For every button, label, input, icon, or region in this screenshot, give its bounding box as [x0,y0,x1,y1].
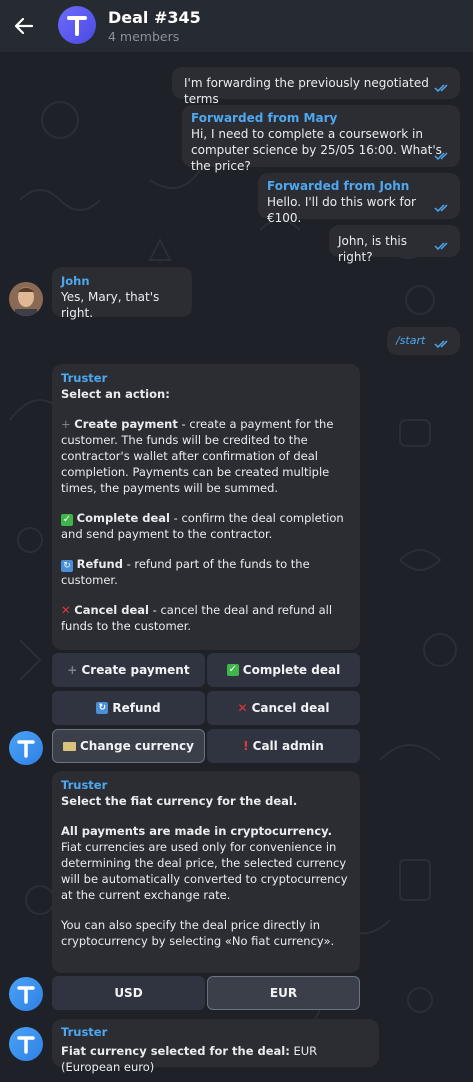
cross-mark-icon: ✕ [61,603,71,617]
read-checks-icon [434,339,452,349]
read-checks-icon [434,83,452,93]
read-checks-icon [434,203,452,213]
plus-icon: + [67,663,78,677]
cancel-deal-button[interactable]: ✕ Cancel deal [207,691,360,725]
message-text: Hi, I need to complete a coursework in c… [191,127,442,173]
sender-name[interactable]: Truster [61,1024,370,1040]
complete-deal-description: ✓ Complete deal - confirm the deal compl… [61,511,344,541]
bot-menu-message[interactable]: Truster Select an action: + Create payme… [52,364,360,650]
message-text: /start [396,334,426,347]
bot-avatar[interactable] [9,731,43,765]
check-mark-icon: ✓ [226,664,239,676]
refund-icon: ↻ [61,560,73,572]
forward-source[interactable]: Forwarded from Mary [191,110,448,126]
forwarded-message[interactable]: Forwarded from Mary Hi, I need to comple… [182,105,460,173]
outgoing-command[interactable]: /start [387,327,460,355]
sender-name[interactable]: John [61,273,183,289]
currency-title: Select the fiat currency for the deal. [61,794,298,808]
refund-description: ↻ Refund - refund part of the funds to t… [61,557,310,587]
usd-button[interactable]: USD [52,976,205,1010]
outgoing-message[interactable]: I'm forwarding the previously negotiated… [172,67,460,106]
read-checks-icon [434,151,452,161]
plus-icon: + [61,417,71,431]
message-text: Yes, Mary, that's right. [61,290,160,320]
incoming-message[interactable]: John Yes, Mary, that's right. [52,267,192,320]
refund-icon: ↻ [96,702,109,714]
chat-title[interactable]: Deal #345 [108,8,201,27]
members-count: 4 members [108,29,180,44]
read-checks-icon [434,241,452,251]
forward-source[interactable]: Forwarded from John [267,178,430,194]
create-payment-description: + Create payment - create a payment for … [61,417,334,495]
refund-button[interactable]: ↻ Refund [52,691,205,725]
create-payment-button[interactable]: + Create payment [52,653,205,687]
sender-name[interactable]: Truster [61,370,351,386]
chat-header: Deal #345 4 members [0,0,473,52]
menu-title: Select an action: [61,387,170,401]
currency-selection-message[interactable]: Truster Select the fiat currency for the… [52,771,360,973]
group-avatar[interactable] [58,6,96,44]
outgoing-message[interactable]: John, is this right? [329,225,460,264]
change-currency-button[interactable]: Change currency [52,729,205,763]
currency-selected-message[interactable]: Truster Fiat currency selected for the d… [52,1019,379,1074]
complete-deal-button[interactable]: ✓ Complete deal [207,653,360,687]
sender-name[interactable]: Truster [61,777,351,793]
john-avatar[interactable] [9,282,43,316]
back-arrow-icon[interactable] [10,12,38,40]
message-text: Hello. I'll do this work for €100. [267,195,416,225]
check-mark-icon: ✓ [61,514,73,526]
currency-hint: You can also specify the deal price dire… [61,918,335,948]
money-icon [62,741,76,751]
bot-avatar[interactable] [9,1027,43,1061]
selected-currency-text: Fiat currency selected for the deal: EUR… [61,1044,318,1074]
cancel-deal-description: ✕ Cancel deal - cancel the deal and refu… [61,603,333,633]
forwarded-message[interactable]: Forwarded from John Hello. I'll do this … [258,173,460,225]
currency-description: All payments are made in cryptocurrency.… [61,824,348,902]
bot-avatar[interactable] [9,977,43,1011]
exclamation-icon: ! [243,739,249,753]
cross-mark-icon: ✕ [237,701,248,715]
eur-button[interactable]: EUR [207,976,360,1010]
call-admin-button[interactable]: ! Call admin [207,729,360,763]
